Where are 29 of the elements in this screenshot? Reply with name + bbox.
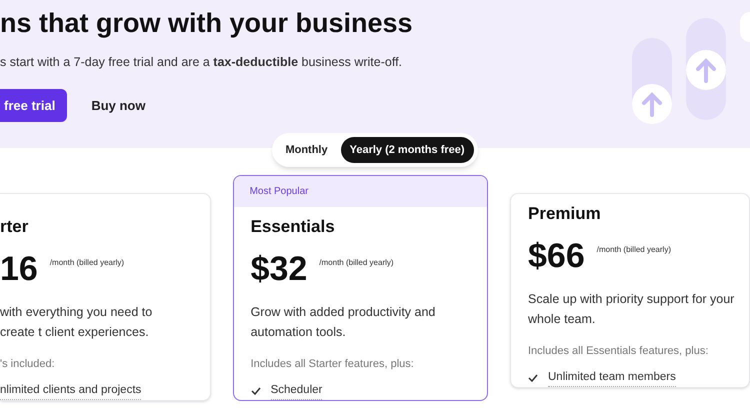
- plan-price: 16: [0, 252, 38, 286]
- billing-tab[interactable]: Monthly: [276, 137, 337, 163]
- plan-name: rter: [0, 216, 30, 238]
- plan-price: $32: [250, 252, 308, 286]
- billing-tab[interactable]: Yearly (2 months free): [340, 137, 474, 163]
- plan-description: Grow with added productivity and automation tools.: [250, 304, 436, 340]
- hero-subtitle: s start with a 7-day free trial and are a tax-deductible business write-off.: [0, 54, 402, 71]
- plan-price: $66: [528, 238, 585, 272]
- arrow-up-icon: [686, 50, 726, 90]
- feature-item: nlimited clients and projects: [0, 382, 142, 400]
- hero-title: ns that grow with your business: [0, 7, 413, 40]
- price-period: /month (billed yearly): [50, 256, 124, 268]
- buy-now-button[interactable]: Buy now: [91, 96, 146, 116]
- arrow-up-icon: [632, 84, 672, 124]
- includes-label: Includes all Starter features, plus:: [250, 356, 415, 372]
- plan-description: with everything you need to create t client experiences.: [0, 304, 154, 341]
- plan-name: Essentials: [250, 216, 336, 238]
- includes-label: 's included:: [0, 356, 56, 372]
- includes-label: Includes all Essentials features, plus:: [528, 344, 710, 358]
- checkmark-icon: [528, 374, 538, 382]
- price-period: /month (billed yearly): [596, 244, 671, 256]
- feature-item: Scheduler: [270, 382, 322, 400]
- price-period: /month (billed yearly): [319, 256, 394, 268]
- plan-description: Scale up with priority support for your whole team.: [528, 290, 736, 328]
- checkmark-icon: [250, 387, 261, 396]
- feature-item: Unlimited team members: [548, 369, 676, 388]
- plan-name: Premium: [528, 203, 602, 225]
- free-trial-button[interactable]: free trial: [0, 89, 68, 122]
- popular-badge: Most Popular: [234, 176, 487, 207]
